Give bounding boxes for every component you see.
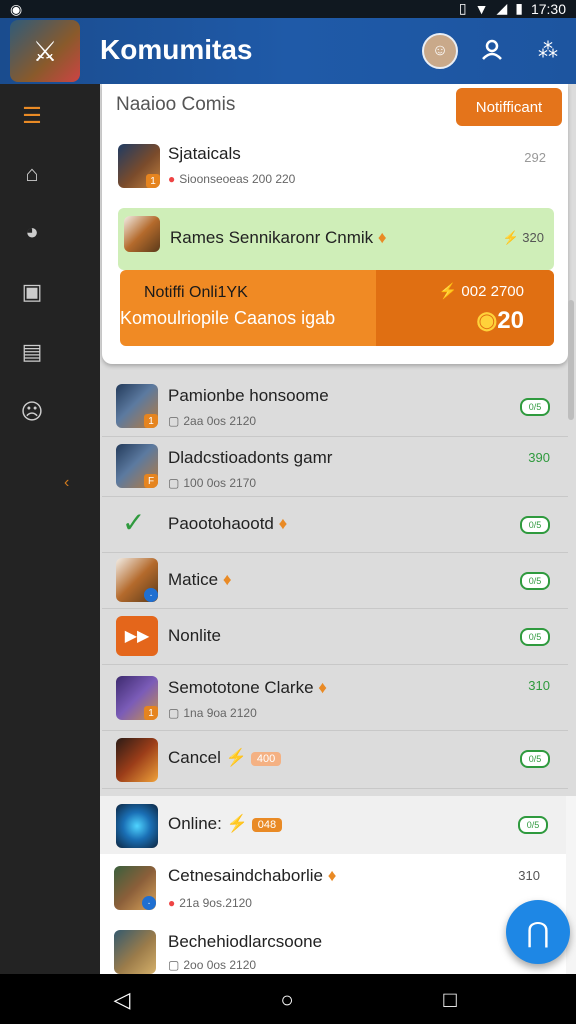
game-thumbnail [116,804,158,848]
banner-value2: ◉20 [476,307,524,334]
list-item[interactable]: · Cetnesaindchaborlie ♦ ● 21a 9os.2120 31… [100,854,566,923]
status-badge: 0/5 [520,572,550,590]
row-subtitle: ● 21a 9os.2120 [168,896,252,910]
row-title: Paootohaootd ♦ [168,514,288,533]
lower-list: Online: ⚡ 048 0/5 · Cetnesaindchaborlie ♦… [100,796,576,974]
banner-value1: ⚡ 002 2700 [438,283,524,300]
row-title: Matice ♦ [168,570,232,589]
main-content: Naaioo Comis Notifficant 1 Sjataicals ● S… [100,84,576,974]
list-item[interactable]: Cancel ⚡ 400 0/5 [102,730,568,789]
card-heading: Naaioo Comis [116,94,236,115]
battery-icon: ▮ [515,0,523,16]
game-thumbnail [114,930,156,974]
wifi-icon: ▼ [474,0,489,17]
row-title: Online: ⚡ 048 [168,814,283,834]
app-title: Komumitas [100,34,253,65]
game-thumbnail [116,738,158,782]
community-list: 1 Pamionbe honsoome ▢ 2aa 0os 2120 0/5 F … [102,374,568,794]
game-thumbnail: 1 [116,676,158,720]
row-title: Sjataicals [168,144,241,163]
list-item[interactable]: 1 Semototone Clarke ♦ ▢ 1na 9oa 2120 310 [102,664,568,731]
status-badge: 0/5 [520,398,550,416]
list-item[interactable]: Online: ⚡ 048 0/5 [100,796,566,855]
sidebar: ☰ ⌂ ◕ ▣ ▤ ☹ ‹ [0,84,100,974]
row-title: Rames Sennikaronr Cnmik ♦ [170,228,387,247]
nav-bar: ◁ ○ □ [0,974,576,1024]
scrollbar[interactable] [568,300,574,420]
list-item[interactable]: · Matice ♦ 0/5 [102,552,568,609]
game-thumbnail: 1 [116,384,158,428]
list-item[interactable]: 1 Pamionbe honsoome ▢ 2aa 0os 2120 0/5 [102,374,568,437]
row-value: 292 [524,150,546,165]
home-icon[interactable]: ⌂ [14,156,50,192]
highlight-row[interactable]: Rames Sennikaronr Cnmik ♦ ⚡ 320 [118,208,554,270]
app-logo[interactable]: ⚔ [10,20,80,82]
status-badge: 0/5 [520,628,550,646]
status-bar: ◉ ▯ ▼ ◢ ▮ 17:30 [0,0,576,18]
game-thumbnail [124,216,160,252]
check-icon: ✓ [122,507,146,538]
row-subtitle: ▢ 1na 9oa 2120 [168,706,257,720]
game-thumbnail: · [114,866,156,910]
notification-button[interactable]: Notifficant [456,88,562,126]
menu-icon[interactable]: ☰ [14,98,50,134]
row-subtitle: ▢ 100 0os 2170 [168,476,257,490]
play-icon: ▶▶ [116,616,158,656]
chat-icon[interactable]: ◕ [14,214,50,250]
chevron-left-icon[interactable]: ‹ [64,474,69,492]
notification-card: Naaioo Comis Notifficant 1 Sjataicals ● S… [102,84,568,364]
row-title: Dladcstioadonts gamr [168,448,333,467]
status-icons: ▯ ▼ ◢ ▮ 17:30 [459,0,566,17]
banner-line2: Komoulriopile Caanos igab [120,308,336,328]
profile-icon[interactable] [478,36,506,64]
list-item[interactable]: ▶▶ Nonlite 0/5 [102,608,568,665]
sim-icon: ▯ [458,0,467,16]
banner-line1: Notiffi Onli1YK [144,284,248,301]
row-title: Semototone Clarke ♦ [168,678,327,697]
row-subtitle: ▢ 2oo 0os 2120 [168,958,257,972]
list-item[interactable]: ✓ Paootohaootd ♦ 0/5 [102,496,568,553]
news-icon[interactable]: ▤ [14,334,50,370]
game-thumbnail: · [116,558,158,602]
compose-icon: ⋂ [526,916,550,948]
app-notification-icon: ◉ [10,1,23,17]
back-icon[interactable]: ◁ [106,984,138,1016]
row-value: 310 [528,678,550,693]
fab-button[interactable]: ⋂ [506,900,570,964]
avatar[interactable]: ☺ [422,33,458,69]
calendar-icon[interactable]: ▣ [14,274,50,310]
app-bar: ⚔ Komumitas ☺ ⁂ [0,18,576,84]
row-title: Pamionbe honsoome [168,386,329,405]
row-title: Bechehiodlarcsoone [168,932,323,951]
signal-icon: ◢ [496,0,508,16]
game-thumbnail: F [116,444,158,488]
list-item[interactable]: F Dladcstioadonts gamr ▢ 100 0os 2170 390 [102,436,568,497]
settings-icon[interactable]: ⁂ [534,36,562,64]
status-badge: 0/5 [520,750,550,768]
recents-icon[interactable]: □ [434,984,466,1016]
status-badge: 0/5 [518,816,548,834]
status-badge: 0/5 [520,516,550,534]
list-item[interactable]: 1 Sjataicals ● Sioonseoeas 200 220 292 [116,142,556,192]
game-thumbnail: 1 [118,144,160,188]
row-title: Nonlite [168,626,221,645]
row-value: ⚡ 320 [502,230,544,245]
promo-banner[interactable]: Notiffi Onli1YK Komoulriopile Caanos iga… [120,270,554,346]
home-button-icon[interactable]: ○ [271,984,303,1016]
row-value: 310 [518,868,540,883]
emoji-icon[interactable]: ☹ [14,394,50,430]
row-title: Cetnesaindchaborlie ♦ [168,866,337,885]
row-value: 390 [528,450,550,465]
row-subtitle: ● Sioonseoeas 200 220 [168,172,296,186]
row-subtitle: ▢ 2aa 0os 2120 [168,414,257,428]
row-title: Cancel ⚡ 400 [168,748,282,768]
clock: 17:30 [530,0,566,17]
list-item[interactable]: Bechehiodlarcsoone ▢ 2oo 0os 2120 [100,922,566,974]
